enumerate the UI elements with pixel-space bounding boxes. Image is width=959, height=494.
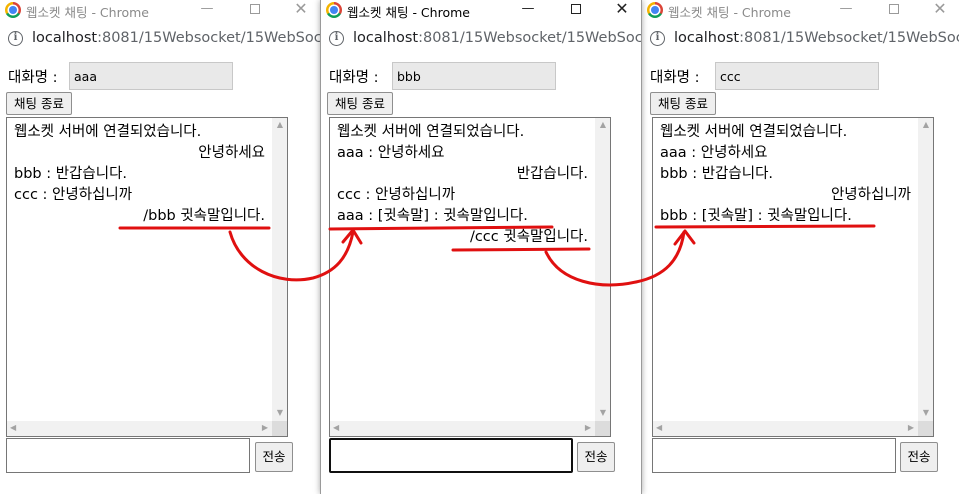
- nickname-field[interactable]: ccc: [715, 62, 879, 90]
- maximize-icon: [889, 4, 899, 14]
- chat-log[interactable]: 웹소켓 서버에 연결되었습니다. aaa : 안녕하세요 반갑습니다. ccc …: [329, 117, 611, 437]
- horizontal-scrollbar[interactable]: [653, 421, 918, 436]
- chat-message: aaa : 안녕하세요: [660, 145, 768, 161]
- minimize-button[interactable]: —: [192, 0, 222, 20]
- scrollbar-corner: [918, 421, 933, 436]
- chat-message: /bbb 귓속말입니다.: [143, 208, 265, 224]
- url-text[interactable]: localhost:8081/15Websocket/15WebSock...: [353, 30, 642, 46]
- chat-message: 안녕하세요: [198, 145, 265, 161]
- chat-message: /ccc 귓속말입니다.: [469, 229, 588, 245]
- message-input[interactable]: [6, 438, 250, 473]
- minimize-button[interactable]: —: [513, 0, 543, 20]
- url-host: localhost: [32, 30, 98, 46]
- vertical-scrollbar[interactable]: [918, 118, 933, 421]
- chat-message: aaa : 안녕하세요: [337, 145, 445, 161]
- send-button[interactable]: 전송: [900, 442, 938, 472]
- url-host: localhost: [674, 30, 740, 46]
- chat-window-aaa: 웹소켓 채팅 - Chrome — ✕ i localhost:8081/15W…: [0, 0, 320, 494]
- chat-message: 반갑습니다.: [516, 166, 588, 182]
- chat-message: 웹소켓 서버에 연결되었습니다.: [337, 124, 525, 140]
- minimize-button[interactable]: —: [831, 0, 861, 20]
- url-host: localhost: [353, 30, 419, 46]
- scroll-up-icon[interactable]: ▲: [277, 120, 283, 130]
- scrollbar-corner: [595, 421, 610, 436]
- message-input[interactable]: [329, 438, 573, 473]
- chat-message: bbb : 반갑습니다.: [660, 166, 774, 182]
- window-title: 웹소켓 채팅 - Chrome: [347, 5, 470, 20]
- maximize-button[interactable]: [879, 0, 909, 20]
- vertical-scrollbar[interactable]: [272, 118, 287, 421]
- url-path: :8081/15Websocket/15WebSock...: [418, 30, 642, 46]
- scroll-down-icon[interactable]: ▼: [600, 408, 606, 418]
- send-button[interactable]: 전송: [577, 442, 615, 472]
- chat-message: 웹소켓 서버에 연결되었습니다.: [660, 124, 848, 140]
- title-bar[interactable]: 웹소켓 채팅 - Chrome — ✕: [321, 0, 641, 20]
- close-button[interactable]: ✕: [925, 0, 955, 20]
- scroll-right-icon[interactable]: ▶: [585, 423, 591, 433]
- info-icon[interactable]: i: [8, 31, 23, 46]
- scroll-left-icon[interactable]: ◀: [333, 423, 339, 433]
- window-title: 웹소켓 채팅 - Chrome: [26, 5, 149, 20]
- chat-message: aaa : [귓속말] : 귓속말입니다.: [337, 208, 528, 224]
- title-bar[interactable]: 웹소켓 채팅 - Chrome — ✕: [0, 0, 320, 20]
- chrome-icon: [647, 2, 663, 18]
- nickname-field[interactable]: aaa: [69, 62, 233, 90]
- scroll-right-icon[interactable]: ▶: [262, 423, 268, 433]
- chrome-icon: [5, 2, 21, 18]
- horizontal-scrollbar[interactable]: [330, 421, 595, 436]
- nickname-label: 대화명 :: [8, 70, 58, 86]
- url-text[interactable]: localhost:8081/15Websocket/15WebSock...: [674, 30, 959, 46]
- title-bar[interactable]: 웹소켓 채팅 - Chrome — ✕: [642, 0, 959, 20]
- chat-message: bbb : 반갑습니다.: [14, 166, 128, 182]
- window-title: 웹소켓 채팅 - Chrome: [668, 5, 791, 20]
- maximize-icon: [571, 4, 581, 14]
- scroll-up-icon[interactable]: ▲: [923, 120, 929, 130]
- chat-window-ccc: 웹소켓 채팅 - Chrome — ✕ i localhost:8081/15W…: [642, 0, 959, 494]
- nickname-label: 대화명 :: [650, 70, 700, 86]
- address-bar[interactable]: i localhost:8081/15Websocket/15WebSock: [0, 26, 320, 52]
- chat-message: bbb : [귓속말] : 귓속말입니다.: [660, 208, 852, 224]
- horizontal-scrollbar[interactable]: [7, 421, 272, 436]
- nickname-label: 대화명 :: [329, 70, 379, 86]
- chat-log[interactable]: 웹소켓 서버에 연결되었습니다. aaa : 안녕하세요 bbb : 반갑습니다…: [652, 117, 934, 437]
- url-path: :8081/15Websocket/15WebSock...: [739, 30, 959, 46]
- maximize-button[interactable]: [240, 0, 270, 20]
- chat-message: 웹소켓 서버에 연결되었습니다.: [14, 124, 202, 140]
- end-chat-button[interactable]: 채팅 종료: [327, 92, 393, 115]
- vertical-scrollbar[interactable]: [595, 118, 610, 421]
- end-chat-button[interactable]: 채팅 종료: [6, 92, 72, 115]
- scroll-left-icon[interactable]: ◀: [10, 423, 16, 433]
- chat-message: 안녕하십니까: [830, 187, 911, 203]
- address-bar[interactable]: i localhost:8081/15Websocket/15WebSock..…: [642, 26, 959, 52]
- scroll-down-icon[interactable]: ▼: [277, 408, 283, 418]
- send-button[interactable]: 전송: [255, 442, 293, 472]
- close-button[interactable]: ✕: [607, 0, 637, 20]
- chat-window-bbb: 웹소켓 채팅 - Chrome — ✕ i localhost:8081/15W…: [320, 0, 642, 494]
- scroll-up-icon[interactable]: ▲: [600, 120, 606, 130]
- chrome-icon: [326, 2, 342, 18]
- chat-message: ccc : 안녕하십니까: [14, 187, 133, 203]
- end-chat-button[interactable]: 채팅 종료: [650, 92, 716, 115]
- scroll-down-icon[interactable]: ▼: [923, 408, 929, 418]
- address-bar[interactable]: i localhost:8081/15Websocket/15WebSock..…: [321, 26, 641, 52]
- url-path: :8081/15Websocket/15WebSock: [97, 30, 320, 46]
- nickname-field[interactable]: bbb: [392, 62, 556, 90]
- info-icon[interactable]: i: [650, 31, 665, 46]
- chat-message: ccc : 안녕하십니까: [337, 187, 456, 203]
- maximize-icon: [250, 4, 260, 14]
- info-icon[interactable]: i: [329, 31, 344, 46]
- scroll-left-icon[interactable]: ◀: [656, 423, 662, 433]
- chat-log[interactable]: 웹소켓 서버에 연결되었습니다. 안녕하세요 bbb : 반갑습니다. ccc …: [6, 117, 288, 437]
- scroll-right-icon[interactable]: ▶: [908, 423, 914, 433]
- maximize-button[interactable]: [561, 0, 591, 20]
- url-text[interactable]: localhost:8081/15Websocket/15WebSock: [32, 30, 320, 46]
- close-button[interactable]: ✕: [286, 0, 316, 20]
- scrollbar-corner: [272, 421, 287, 436]
- message-input[interactable]: [652, 438, 896, 473]
